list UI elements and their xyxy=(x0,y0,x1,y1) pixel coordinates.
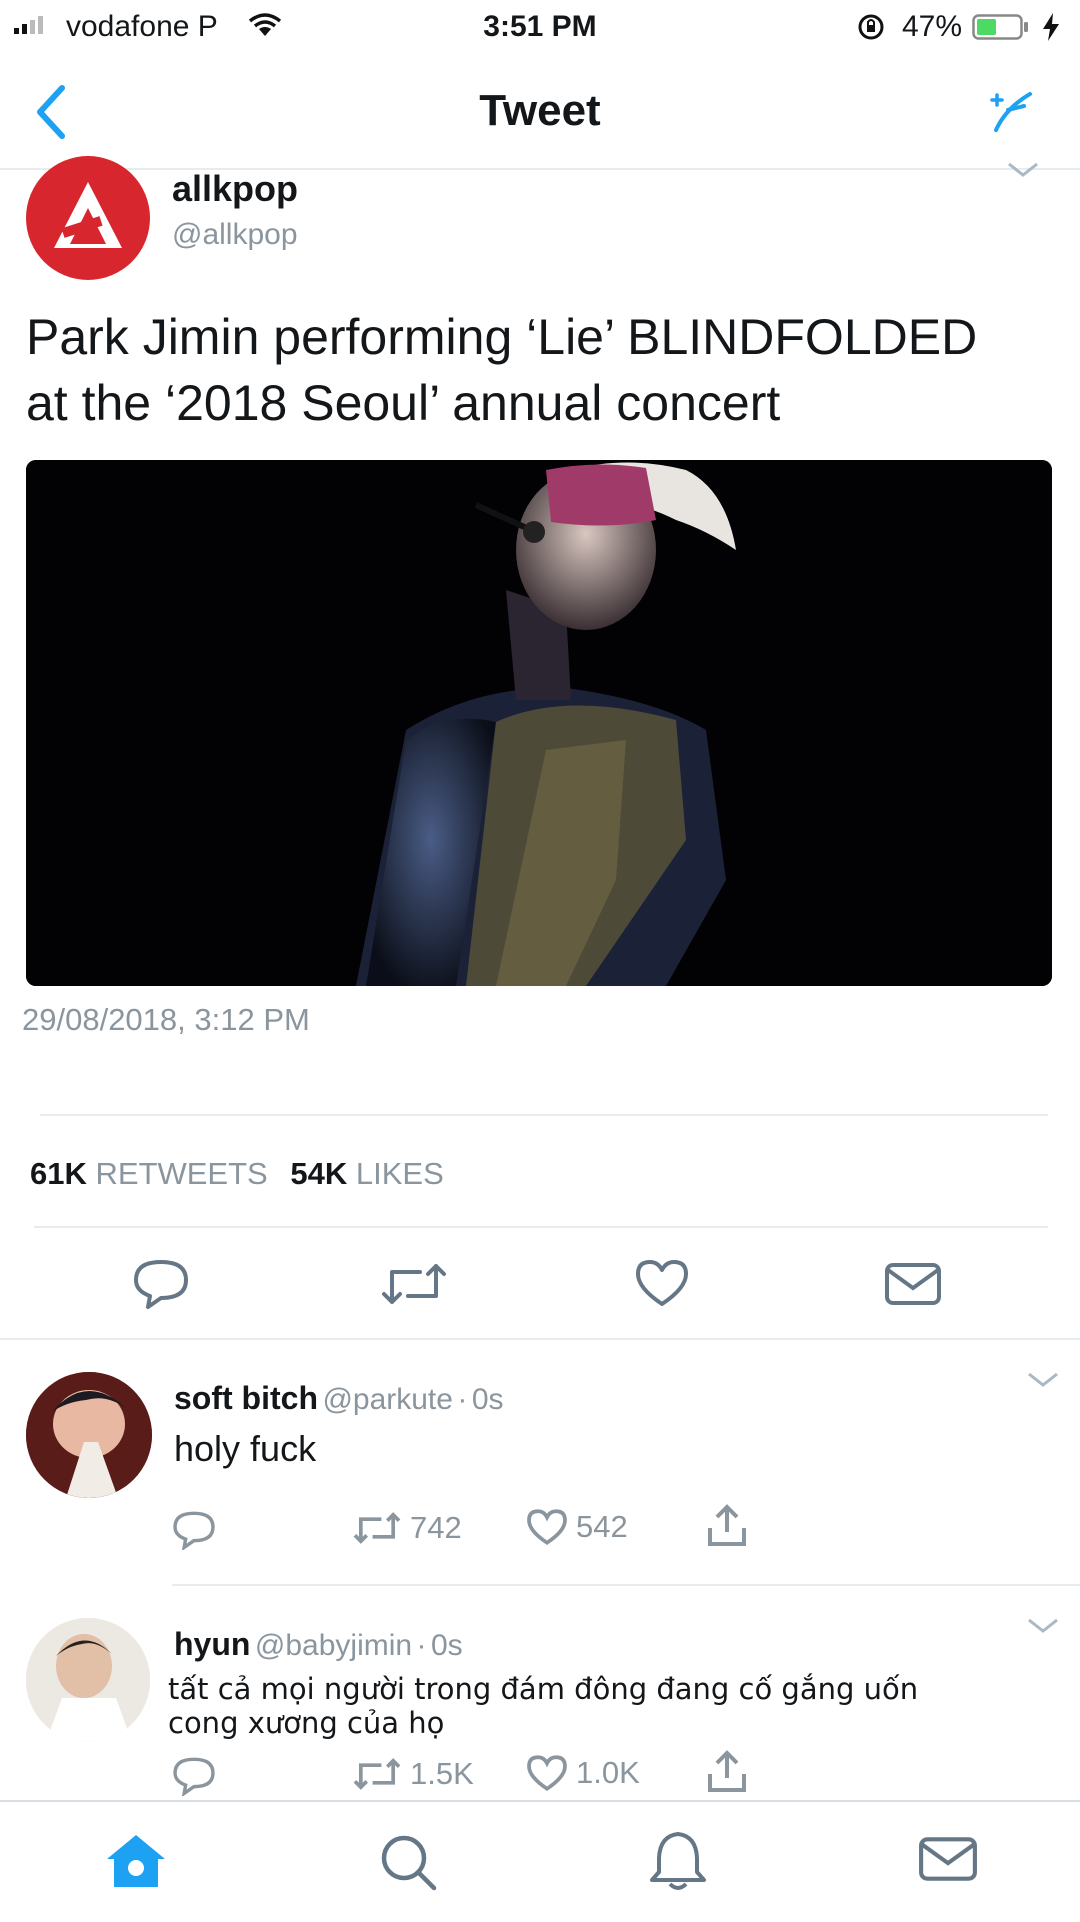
orientation-lock-icon xyxy=(856,12,886,50)
reply-button[interactable] xyxy=(132,1258,190,1310)
avatar-image xyxy=(26,1618,150,1742)
separator-dot: · xyxy=(416,1629,427,1662)
reply-author-handle[interactable]: @babyjimin xyxy=(255,1629,412,1662)
divider xyxy=(172,1584,1080,1586)
compose-button[interactable] xyxy=(986,86,1036,136)
like-count: 1.0K xyxy=(576,1755,640,1790)
divider xyxy=(0,1338,1080,1340)
home-icon xyxy=(107,1835,165,1887)
allkpop-logo-icon xyxy=(54,182,122,248)
search-icon xyxy=(381,1835,437,1891)
status-bar: vodafone P 3:51 PM 47% xyxy=(0,0,1080,56)
reply-author-name[interactable]: soft bitch xyxy=(174,1380,318,1416)
tweet-media-photo[interactable] xyxy=(26,460,1052,986)
reply-avatar[interactable] xyxy=(26,1372,152,1498)
retweet-icon xyxy=(382,1264,446,1304)
like-button[interactable]: 1.0K xyxy=(526,1754,640,1792)
likes-count[interactable]: 54K xyxy=(290,1156,347,1191)
reply-icon xyxy=(134,1260,188,1309)
like-button[interactable] xyxy=(634,1258,690,1308)
reply-icon xyxy=(173,1511,215,1552)
share-icon xyxy=(708,1504,746,1546)
tab-home[interactable] xyxy=(104,1832,168,1895)
battery-icon xyxy=(972,14,1030,48)
reply-avatar[interactable] xyxy=(26,1618,150,1742)
author-handle[interactable]: @allkpop xyxy=(172,218,298,252)
share-button[interactable] xyxy=(704,1502,750,1553)
divider xyxy=(34,1226,1048,1228)
heart-icon xyxy=(527,1755,567,1792)
reply-author-handle[interactable]: @parkute xyxy=(322,1383,453,1416)
bottom-tab-bar xyxy=(0,1800,1080,1922)
tweet-text-line-1: Park Jimin performing ‘Lie’ BLINDFOLDED xyxy=(26,309,978,365)
envelope-icon xyxy=(919,1837,977,1881)
divider xyxy=(40,1114,1048,1116)
reply-author-name[interactable]: hyun xyxy=(174,1626,250,1662)
retweet-count: 1.5K xyxy=(410,1756,474,1791)
likes-label[interactable]: LIKES xyxy=(356,1156,444,1191)
tweet-text-line-2: at the ‘2018 Seoul’ annual concert xyxy=(26,375,781,431)
avatar-image xyxy=(26,1372,152,1498)
page-title: Tweet xyxy=(479,86,601,135)
tab-search[interactable] xyxy=(378,1832,438,1897)
tab-notifications[interactable] xyxy=(648,1830,708,1899)
tweet-menu-chevron-icon[interactable] xyxy=(1006,160,1040,185)
reply-header: soft bitch @parkute · 0s xyxy=(174,1380,504,1417)
author-name[interactable]: allkpop xyxy=(172,168,298,210)
tweet-text: Park Jimin performing ‘Lie’ BLINDFOLDED … xyxy=(26,304,977,436)
author-avatar[interactable] xyxy=(26,156,150,280)
nav-bar: Tweet xyxy=(0,56,1080,170)
message-button[interactable] xyxy=(884,1262,942,1306)
tab-messages[interactable] xyxy=(918,1836,978,1887)
reply-time: 0s xyxy=(471,1383,504,1416)
bell-icon xyxy=(650,1832,706,1890)
reply-button[interactable] xyxy=(172,1756,216,1801)
compose-tweet-icon xyxy=(990,92,1032,132)
like-count: 542 xyxy=(576,1509,628,1544)
share-icon xyxy=(708,1750,746,1792)
retweets-label[interactable]: RETWEETS xyxy=(96,1156,268,1191)
separator-dot: · xyxy=(457,1383,468,1416)
charging-bolt-icon xyxy=(1040,12,1062,50)
reply-time: 0s xyxy=(430,1629,463,1662)
concert-photo xyxy=(26,460,1052,986)
heart-icon xyxy=(636,1260,688,1306)
tweet-timestamp: 29/08/2018, 3:12 PM xyxy=(22,1002,310,1037)
reply-text: tất cả mọi người trong đám đông đang cố … xyxy=(168,1672,919,1740)
reply-icon xyxy=(173,1757,215,1798)
retweets-count[interactable]: 61K xyxy=(30,1156,87,1191)
retweet-icon xyxy=(353,1758,401,1790)
retweet-icon xyxy=(353,1512,401,1544)
retweet-button[interactable] xyxy=(380,1262,448,1306)
reply-button[interactable] xyxy=(172,1510,216,1555)
envelope-icon xyxy=(885,1263,941,1305)
heart-icon xyxy=(527,1509,567,1546)
like-button[interactable]: 542 xyxy=(526,1508,628,1546)
tweet-stats: 61K RETWEETS 54K LIKES xyxy=(30,1156,444,1192)
retweet-button[interactable]: 1.5K xyxy=(352,1756,474,1792)
battery-percent: 47% xyxy=(902,10,963,43)
retweet-count: 742 xyxy=(410,1510,462,1545)
share-button[interactable] xyxy=(704,1748,750,1799)
reply-text: holy fuck xyxy=(174,1428,317,1469)
reply-header: hyun @babyjimin · 0s xyxy=(174,1626,463,1663)
reply-menu-chevron-icon[interactable] xyxy=(1026,1370,1060,1395)
reply-menu-chevron-icon[interactable] xyxy=(1026,1616,1060,1641)
retweet-button[interactable]: 742 xyxy=(352,1510,462,1546)
